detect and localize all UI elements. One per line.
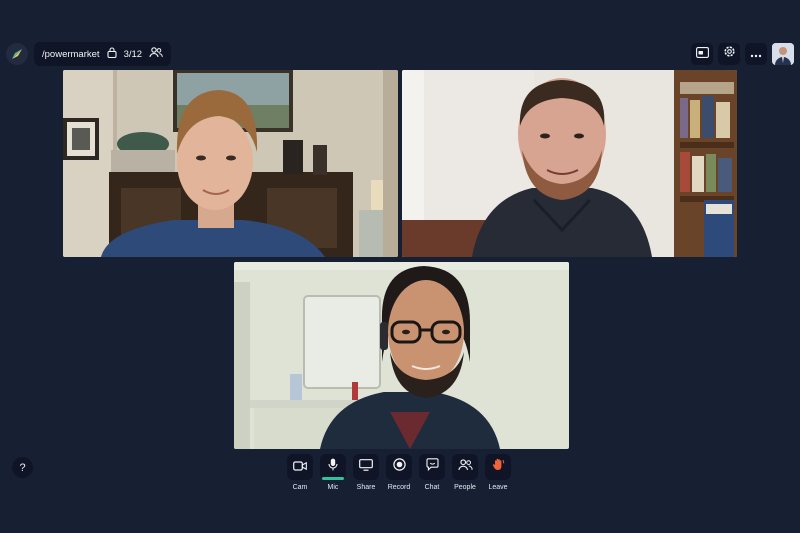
mic-control: Mic — [320, 454, 346, 491]
camera-icon — [293, 458, 307, 476]
chat-control: Chat — [419, 454, 445, 491]
people-control: People — [452, 454, 478, 491]
leave-label: Leave — [488, 484, 508, 491]
record-label: Record — [387, 484, 411, 491]
more-dots-icon — [750, 45, 762, 63]
participant-video-1[interactable] — [63, 70, 398, 257]
picture-in-picture-icon — [695, 45, 709, 63]
cam-control: Cam — [287, 454, 313, 491]
compass-logo-icon[interactable] — [6, 43, 28, 65]
self-avatar[interactable] — [772, 43, 794, 65]
record-icon — [392, 458, 406, 476]
chat-label: Chat — [424, 484, 440, 491]
chat-button[interactable] — [419, 454, 445, 480]
leave-button[interactable] — [485, 454, 511, 480]
participant-video-2[interactable] — [402, 70, 737, 257]
microphone-icon — [328, 458, 338, 476]
share-button[interactable] — [353, 454, 379, 480]
participant-video-3[interactable] — [234, 262, 569, 449]
record-control: Record — [386, 454, 412, 491]
share-label: Share — [356, 484, 376, 491]
lock-icon[interactable] — [107, 47, 117, 61]
mic-button[interactable] — [320, 454, 346, 480]
share-control: Share — [353, 454, 379, 491]
leave-control: Leave — [485, 454, 511, 491]
help-button[interactable]: ? — [12, 457, 33, 478]
participant-count: 3/12 — [123, 48, 143, 60]
picture-in-picture-button[interactable] — [691, 43, 713, 65]
help-label: ? — [19, 461, 26, 474]
cam-label: Cam — [292, 484, 308, 491]
room-name: /powermarket — [42, 48, 100, 60]
cam-button[interactable] — [287, 454, 313, 480]
call-controls: Cam Mic Share Record Chat People Leave — [287, 454, 511, 491]
top-right-toolbar — [691, 42, 794, 66]
gear-icon — [723, 45, 736, 63]
record-button[interactable] — [386, 454, 412, 480]
room-pill[interactable]: /powermarket 3/12 — [34, 42, 172, 66]
mic-label: Mic — [327, 484, 339, 491]
people-button[interactable] — [452, 454, 478, 480]
settings-button[interactable] — [718, 43, 740, 65]
people-icon[interactable] — [149, 47, 163, 61]
screen-share-icon — [359, 458, 373, 476]
room-header: /powermarket 3/12 — [6, 42, 172, 66]
waving-hand-icon — [492, 458, 505, 476]
people-icon — [457, 458, 473, 476]
more-options-button[interactable] — [745, 43, 767, 65]
people-label: People — [454, 484, 476, 491]
chat-bubble-icon — [425, 458, 439, 476]
